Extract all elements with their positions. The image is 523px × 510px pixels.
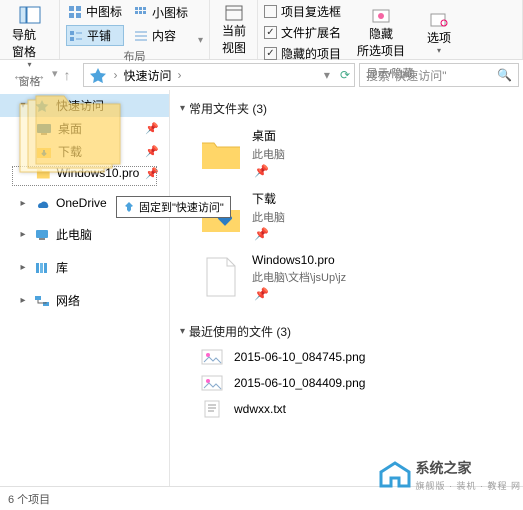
network-icon: [34, 294, 50, 308]
chevron-down-icon: ▾: [180, 326, 185, 337]
hide-selected-button[interactable]: 隐藏 所选项目: [351, 5, 411, 61]
folder-icon: [200, 132, 242, 174]
item-count: 6 个项目: [8, 491, 50, 507]
search-input[interactable]: 搜索"快速访问" 🔍: [359, 63, 519, 87]
nav-up-icon[interactable]: ↑: [64, 67, 71, 83]
search-icon: 🔍: [497, 68, 512, 82]
onedrive-icon: [34, 196, 50, 210]
sidebar: ▾ 快速访问 桌面 📌 下载 📌 Windows10.pro 📌 ▸ OneDr…: [0, 90, 170, 486]
library-icon: [34, 261, 50, 275]
sidebar-item-libraries[interactable]: ▸ 库: [0, 256, 169, 279]
small-icons-option[interactable]: 小图标: [132, 3, 190, 22]
desktop-icon: [36, 122, 52, 136]
star-icon: [34, 99, 50, 113]
text-icon: [200, 400, 224, 418]
quick-access-icon: [88, 67, 108, 83]
address-bar: ← → ▾ ↑ › 快速访问 › ▾ ⟳ 搜索"快速访问" 🔍: [0, 60, 523, 90]
file-item[interactable]: 2015-06-10_084745.png: [180, 344, 513, 370]
chevron-down-icon: ▾: [18, 100, 28, 111]
file-item[interactable]: 2015-06-10_084409.png: [180, 370, 513, 396]
download-icon: [36, 145, 52, 159]
nav-back-icon[interactable]: ←: [12, 67, 26, 83]
tiles-option[interactable]: 平铺: [66, 25, 124, 46]
image-icon: [200, 348, 224, 366]
breadcrumb-item[interactable]: 快速访问: [124, 67, 172, 84]
pin-icon: 📌: [254, 287, 346, 301]
medium-icons-option[interactable]: 中图标: [66, 2, 124, 21]
section-frequent-folders[interactable]: ▾ 常用文件夹 (3): [180, 96, 513, 121]
content-icon: [134, 29, 148, 43]
refresh-icon[interactable]: ⟳: [340, 68, 350, 82]
file-item[interactable]: wdwxx.txt: [180, 396, 513, 422]
sidebar-item-network[interactable]: ▸ 网络: [0, 289, 169, 312]
pin-icon: 📌: [254, 164, 285, 178]
watermark: 系统之家 旗舰版 · 装机 · 教程 网: [378, 458, 522, 492]
chevron-right-icon: ▸: [18, 262, 28, 273]
sidebar-item-desktop[interactable]: 桌面 📌: [0, 117, 169, 140]
image-icon: [200, 374, 224, 392]
ribbon: 导航窗格 ▾ 窗格 中图标 平铺 小图标: [0, 0, 523, 60]
item-checkboxes-option[interactable]: 项目复选框: [264, 2, 341, 21]
chevron-right-icon: ▸: [18, 198, 28, 209]
hidden-items-option[interactable]: ✓隐藏的项目: [264, 44, 341, 63]
current-view-button[interactable]: 当前 视图: [216, 2, 252, 58]
content-option[interactable]: 内容: [132, 26, 190, 45]
pin-action-icon: [123, 201, 135, 213]
folder-icon: [36, 166, 51, 180]
nav-forward-icon[interactable]: →: [32, 67, 46, 83]
navigation-pane-button[interactable]: 导航窗格 ▾: [6, 2, 53, 71]
drag-tooltip: 固定到"快速访问": [116, 196, 231, 218]
content-area: ▾ 常用文件夹 (3) 桌面 此电脑 📌 下载 此电脑 📌: [170, 90, 523, 486]
sidebar-item-quick-access[interactable]: ▾ 快速访问: [0, 94, 169, 117]
section-recent-files[interactable]: ▾ 最近使用的文件 (3): [180, 319, 513, 344]
nav-history-icon[interactable]: ▾: [52, 67, 58, 83]
small-icons-icon: [134, 6, 148, 20]
file-extensions-option[interactable]: ✓文件扩展名: [264, 23, 341, 42]
tiles-icon: [69, 29, 83, 43]
tile-desktop[interactable]: 桌面 此电脑 📌: [180, 121, 513, 184]
computer-icon: [34, 228, 50, 242]
sidebar-item-this-pc[interactable]: ▸ 此电脑: [0, 223, 169, 246]
file-icon: [200, 256, 242, 298]
pin-icon: 📌: [145, 122, 159, 135]
chevron-right-icon: ▸: [18, 229, 28, 240]
main-area: ▾ 快速访问 桌面 📌 下载 📌 Windows10.pro 📌 ▸ OneDr…: [0, 90, 523, 486]
options-button[interactable]: 选项 ▾: [421, 9, 457, 57]
watermark-logo-icon: [378, 460, 412, 490]
medium-icons-icon: [68, 5, 82, 19]
pin-icon: 📌: [145, 167, 159, 180]
chevron-down-icon: ▾: [180, 103, 185, 114]
sidebar-item-downloads[interactable]: 下载 📌: [0, 140, 169, 163]
breadcrumb[interactable]: › 快速访问 › ▾ ⟳: [83, 63, 355, 87]
chevron-right-icon: ▸: [18, 295, 28, 306]
pin-icon: 📌: [145, 145, 159, 158]
nav-pane-label: 导航窗格: [12, 26, 47, 60]
tile-windows10pro[interactable]: Windows10.pro 此电脑\文档\jsUp\jz 📌: [180, 247, 513, 307]
ribbon-group-layout: 布局: [66, 46, 203, 64]
sidebar-item-windows10pro[interactable]: Windows10.pro 📌: [0, 163, 169, 183]
pin-icon: 📌: [254, 227, 285, 241]
